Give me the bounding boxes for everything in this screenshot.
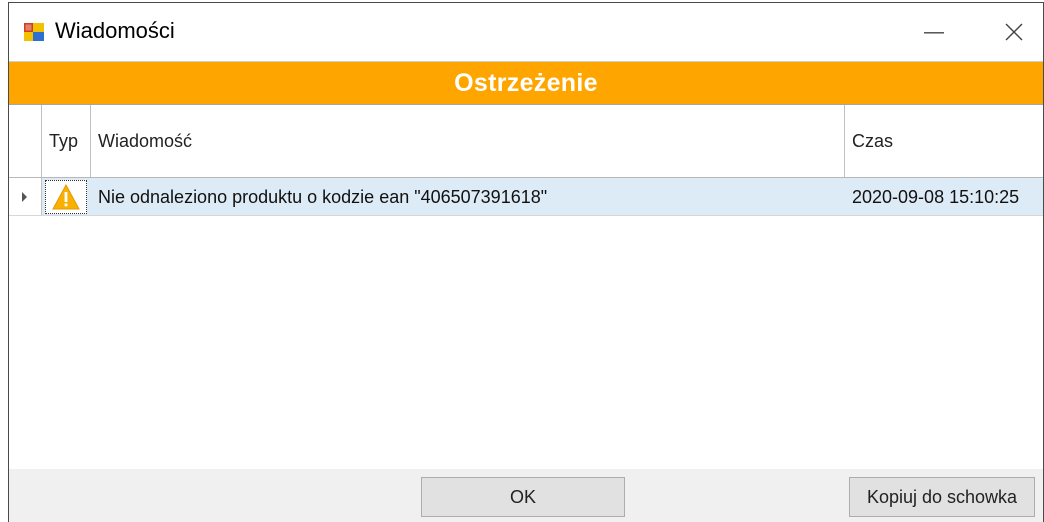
row-indicator-icon [22, 192, 27, 202]
column-header-type[interactable]: Typ [42, 105, 91, 177]
column-header-message[interactable]: Wiadomość [91, 105, 845, 177]
close-button[interactable] [992, 13, 1036, 51]
messages-window: Wiadomości — Ostrzeżenie Typ Wiadomość C… [8, 2, 1044, 522]
app-icon [24, 23, 44, 41]
ok-button[interactable]: OK [421, 477, 625, 517]
warning-banner: Ostrzeżenie [9, 62, 1043, 104]
warning-icon [52, 183, 80, 210]
time-cell[interactable]: 2020-09-08 15:10:25 [852, 178, 1019, 216]
column-header-time[interactable]: Czas [845, 105, 1043, 177]
close-icon [1005, 23, 1023, 41]
window-title: Wiadomości [55, 18, 175, 43]
message-cell[interactable]: Nie odnaleziono produktu o kodzie ean "4… [98, 178, 547, 216]
messages-grid: Typ Wiadomość Czas Nie odnaleziono produ… [9, 104, 1043, 470]
copy-to-clipboard-button[interactable]: Kopiuj do schowka [849, 477, 1035, 517]
table-row[interactable]: Nie odnaleziono produktu o kodzie ean "4… [9, 178, 1043, 216]
button-bar: OK Kopiuj do schowka [9, 469, 1043, 522]
minimize-button[interactable]: — [912, 13, 956, 51]
type-cell[interactable] [45, 180, 87, 214]
grid-header: Typ Wiadomość Czas [9, 104, 1043, 178]
row-header-corner [9, 105, 42, 177]
minimize-icon: — [924, 20, 944, 43]
row-selector[interactable] [9, 178, 42, 215]
title-bar[interactable]: Wiadomości — [9, 3, 1043, 62]
